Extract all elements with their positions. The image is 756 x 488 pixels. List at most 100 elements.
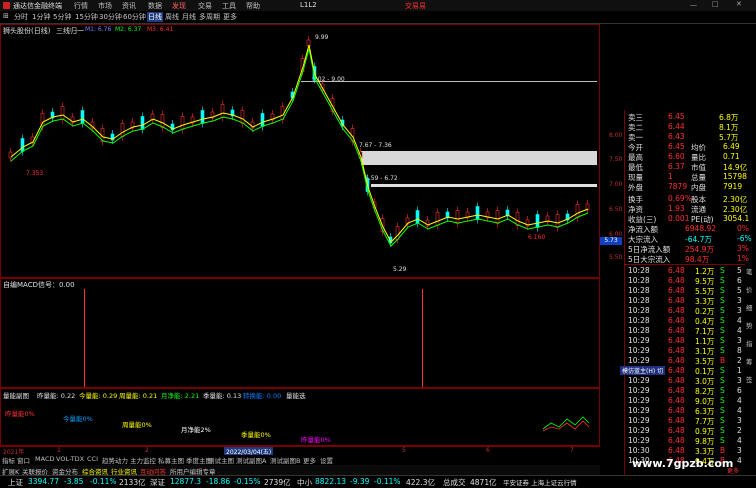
menu-data[interactable]: 数据 [148,1,162,11]
tab-settings[interactable]: 设置 [320,455,333,465]
candle-body [80,110,85,124]
side-tab-price[interactable]: 价 [746,284,753,294]
tab-indicator[interactable]: 指标 [2,455,15,465]
volume-item: 月净能: 2.21 [161,392,200,400]
ma-line-yellow [10,44,589,243]
tab-monitor[interactable]: 主力监控 [130,455,156,465]
zx-amount: 422.3亿 [406,478,435,487]
stat-value: 15798 [723,172,747,181]
sh-name[interactable]: 上证 [8,477,23,488]
trade-count: 4 [737,436,742,445]
menu-l1l2[interactable]: L1L2 [300,1,317,9]
candle-body [555,214,560,228]
current-price-marker: 5.73 [600,237,622,245]
menu-help[interactable]: 帮助 [246,1,260,11]
minimize-icon[interactable]: — [690,1,697,9]
quote-stat-row: 外盘 7879 内盘 7919 [625,182,756,192]
zx-change: -9.39 [350,477,370,486]
menu-quotes[interactable]: 行情 [74,1,88,11]
menu-trade[interactable]: 交易 [198,1,212,11]
collapse-icon[interactable]: ⊞ [3,12,9,20]
trade-price: 6.48 [668,316,685,325]
trade-side: S [720,296,725,305]
period-multi[interactable]: 多周期 [199,12,220,22]
trade-time: 10:28 [628,306,650,315]
tab-window[interactable]: 窗口 [17,455,30,465]
sh-amount: 2133亿 [119,478,146,487]
menu-news[interactable]: 资讯 [122,1,136,11]
menu-discover[interactable]: 发现 [172,1,186,11]
stat-value: 6.45 [668,142,685,151]
quote-stat-row: 最低 6.37 市值 14.9亿 [625,162,756,172]
trade-time: 10:29 [628,426,650,435]
flow-value: 6948.92 [685,224,717,233]
menu-tools[interactable]: 工具 [222,1,236,11]
side-tab-chips[interactable]: 筹 [746,356,753,366]
tab-private[interactable]: 私募主图 [158,455,184,465]
stat-value: 1 [668,172,673,181]
tab-more[interactable]: 更多 [303,455,316,465]
trade-tick-row: 10:28 6.48 9.5万 S 6 [625,276,756,286]
sell-level-row[interactable]: 卖二 6.44 8.1万 [625,122,756,132]
period-tick[interactable]: 分时 [14,12,28,22]
trade-link[interactable]: 交易易 [405,1,426,11]
trade-time: 10:28 [628,326,650,335]
trade-time: 10:29 [628,346,650,355]
period-daily[interactable]: 日线 [147,12,163,22]
side-tab-trades[interactable]: 笔 [746,266,753,276]
tab-cci[interactable]: CCI [87,455,98,463]
period-more[interactable]: 更多 [223,12,237,22]
maximize-icon[interactable]: □ [712,0,719,8]
trade-count: 4 [737,406,742,415]
tab-test-b[interactable]: 测试副图B [270,455,300,465]
trade-tick-row: 10:29 6.48 3.5万 B 2 [625,356,756,366]
tab-vol[interactable]: VOL-TDX [56,455,84,463]
sz-name[interactable]: 深证 [150,477,165,488]
period-60min[interactable]: 60分钟 [123,12,146,22]
volume-item: 季量能: 0.13 [203,392,242,400]
period-30min[interactable]: 30分钟 [99,12,122,22]
side-tab-detail[interactable]: 细 [746,302,753,312]
period-1min[interactable]: 1分钟 [32,12,50,22]
zx-value: 8822.13 [315,477,347,486]
volume-label: 昨量能0% [301,436,331,444]
sell-level-row[interactable]: 卖三 6.45 6.8万 [625,112,756,122]
sell-level-row[interactable]: 卖一 6.43 5.7万 [625,132,756,142]
candle-body [160,114,165,128]
menu-market[interactable]: 市场 [98,1,112,11]
trade-tick-row: 10:29 6.48 3.0万 S 3 [625,376,756,386]
volume-label: 季量能0% [241,431,271,439]
macd-panel: 自编MACD信号：0.00 [0,278,600,388]
trade-count: 3 [737,336,742,345]
trade-side: S [720,316,725,325]
stat-value: 7919 [723,182,743,191]
window-overlay[interactable]: 模仿蓝主(H) 切 [620,366,666,375]
candlestick-chart[interactable] [1,25,599,277]
app-title: 通达信金融终端 [13,2,62,10]
trade-time: 10:28 [628,316,650,325]
stat-value: 0.001 [668,214,690,223]
tab-trend[interactable]: 趋势动力 [102,455,128,465]
tab-test-main[interactable]: 测试主图 [208,455,234,465]
trade-count: 4 [737,456,742,465]
tab-test-a[interactable]: 测试副图A [236,455,266,465]
trade-side: S [720,346,725,355]
period-weekly[interactable]: 周线 [165,12,179,22]
volume-item: 今量能: 0.29 [79,392,118,400]
period-monthly[interactable]: 月线 [182,12,196,22]
side-tab-index[interactable]: 指 [746,338,753,348]
stat-value: 6.60 [668,152,685,161]
side-tab-trend[interactable]: 势 [746,320,753,330]
trade-side: S [720,366,725,375]
side-tab-sign[interactable]: 签 [746,374,753,384]
zx-name[interactable]: 中小 [297,477,312,488]
candle-body [60,106,65,120]
trade-time: 10:29 [628,386,650,395]
timeline-label: 2 [145,447,149,454]
period-15min[interactable]: 15分钟 [75,12,98,22]
period-5min[interactable]: 5分钟 [53,12,71,22]
close-icon[interactable]: ✕ [736,0,742,8]
stat-label: 内盘 [691,183,706,192]
tab-macd[interactable]: MACD [35,455,54,463]
trade-side: S [720,266,725,275]
